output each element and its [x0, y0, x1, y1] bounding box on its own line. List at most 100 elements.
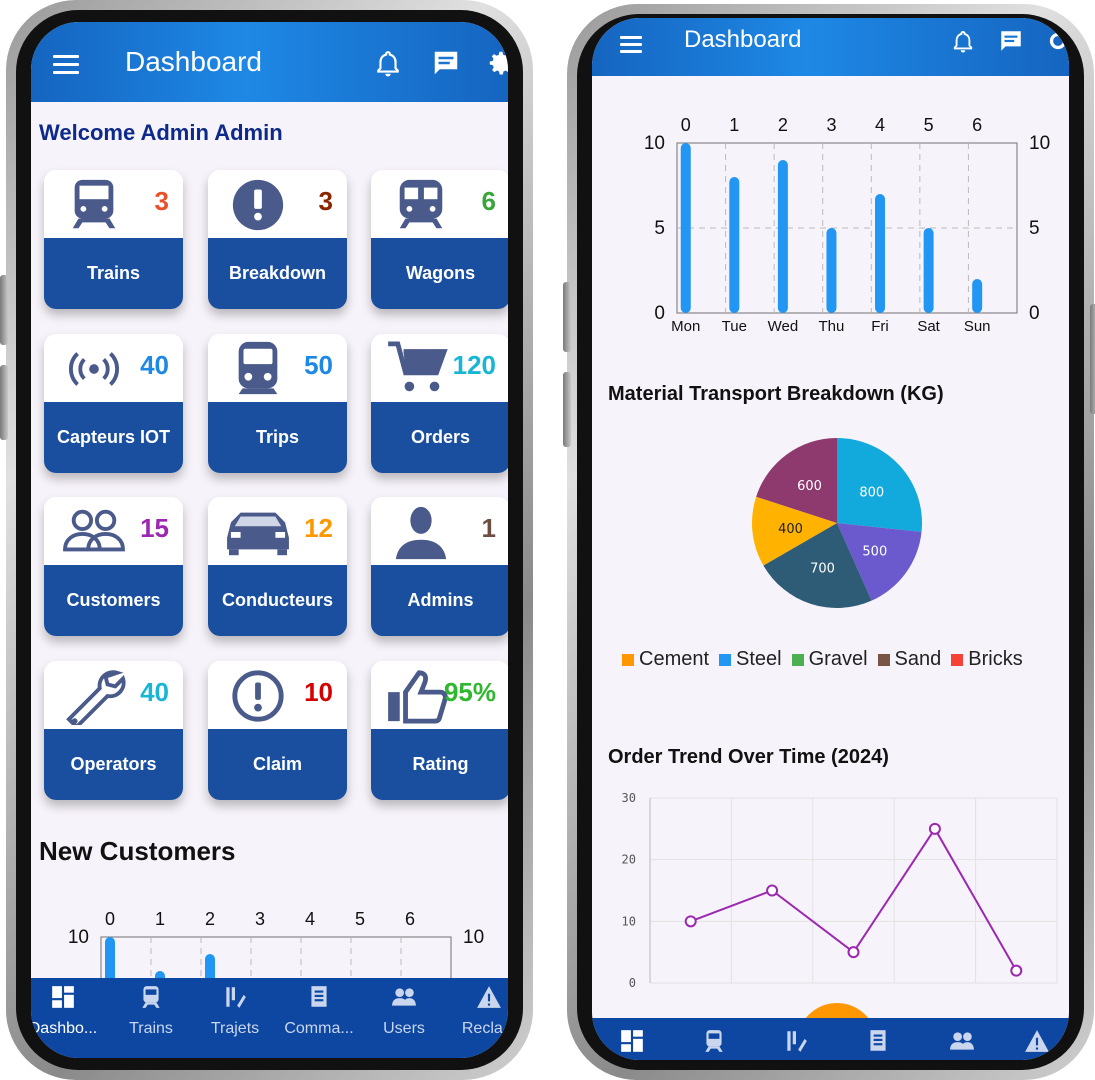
- y-tick-label: 20: [622, 853, 636, 867]
- tile-count: 10: [304, 677, 333, 707]
- legend-swatch: [951, 653, 964, 666]
- nav-label: Trains: [129, 1020, 173, 1037]
- nav-item-commandes[interactable]: [838, 1028, 918, 1054]
- chat-icon[interactable]: [431, 48, 461, 78]
- nav-item-trajets[interactable]: Trajets: [195, 984, 275, 1038]
- sensor-icon: [68, 352, 120, 386]
- nav-item-users[interactable]: [922, 1028, 1002, 1054]
- legend-item-steel: Steel: [719, 648, 782, 671]
- claim-icon: [232, 670, 284, 722]
- y-tick-label-left: 0: [654, 303, 665, 324]
- tile-count: 40: [140, 350, 169, 380]
- nav-item-trajets[interactable]: [756, 1028, 836, 1054]
- tile-orders[interactable]: 120 Orders: [371, 334, 508, 473]
- person-icon: [395, 506, 447, 560]
- y-tick-label-right: 0: [1029, 303, 1040, 324]
- nav-trains-icon: [705, 1030, 723, 1052]
- nav-item-reclamations[interactable]: Recla...: [449, 984, 508, 1038]
- nav-commandes-icon: [870, 1030, 886, 1051]
- cart-icon: [388, 341, 448, 392]
- tile-count: 50: [304, 350, 333, 380]
- top-tick-label: 0: [681, 115, 691, 135]
- bottom-navigation: Dashbo... Trains Trajets Comma... Users Recla…: [31, 978, 508, 1058]
- nav-item-users[interactable]: Users: [364, 984, 444, 1038]
- bell-icon[interactable]: [952, 30, 974, 54]
- tile-label: Rating: [371, 729, 508, 800]
- y-tick-label-left: 10: [68, 927, 89, 948]
- menu-icon[interactable]: [53, 50, 79, 79]
- left-phone-screen: Dashboard Welcome Admin Admin 3 Trains 3 Br…: [31, 22, 508, 1058]
- nav-item-reclamations[interactable]: [997, 1028, 1069, 1054]
- nav-item-trains[interactable]: [674, 1028, 754, 1054]
- top-tick-label: 3: [255, 909, 265, 929]
- tile-conducteurs[interactable]: 12 Conducteurs: [208, 497, 347, 636]
- x-tick-label: Tue: [722, 318, 747, 335]
- nav-item-trains[interactable]: Trains: [111, 984, 191, 1038]
- nav-reclamations-icon: [1025, 1030, 1049, 1052]
- top-tick-label: 2: [778, 115, 788, 135]
- line-point: [847, 946, 860, 959]
- tile-label: Operators: [44, 729, 183, 800]
- customers-icon: [63, 509, 125, 552]
- top-tick-label: 1: [729, 115, 739, 135]
- y-tick-label: 30: [622, 791, 636, 805]
- right-phone-screen: New Customers 0Mon1Tue2Wed3Thu4Fri5Sat6S…: [592, 18, 1069, 1060]
- nav-users-icon: [392, 988, 416, 1006]
- pie-slice-label: 400: [778, 522, 803, 537]
- menu-icon[interactable]: [620, 32, 642, 57]
- nav-trains-icon: [142, 986, 160, 1008]
- legend-label: Gravel: [808, 648, 868, 670]
- volume-button: [0, 275, 8, 345]
- new-customers-bar-chart: 0 Mon 1 Tue 2 Wed 3 Thu 4 Fri 5 Sat 6 Sun 0 0 5 5 10 10: [644, 115, 1050, 335]
- nav-item-dashboard[interactable]: [592, 1028, 672, 1054]
- legend-item-gravel: Gravel: [791, 648, 868, 671]
- tile-customers[interactable]: 15 Customers: [44, 497, 183, 636]
- new-customers-chart-preview: 0 1 2 3 4 5 6 10 10: [68, 909, 484, 982]
- tile-trips[interactable]: 50 Trips: [208, 334, 347, 473]
- material-chart-title: Material Transport Breakdown (KG): [608, 383, 944, 405]
- tile-label: Customers: [44, 565, 183, 636]
- volume-button: [0, 365, 8, 440]
- nav-item-dashboard[interactable]: Dashbo...: [31, 984, 103, 1038]
- nav-item-commandes[interactable]: Comma...: [279, 984, 359, 1038]
- tile-breakdown[interactable]: 3 Breakdown: [208, 170, 347, 309]
- x-tick-label: 07/11: [753, 992, 792, 993]
- x-tick-label: 01/11: [671, 992, 710, 993]
- tile-admins[interactable]: 1 Admins: [371, 497, 508, 636]
- x-tick-label: 15/11: [834, 992, 873, 993]
- tile-trains[interactable]: 3 Trains: [44, 170, 183, 309]
- tile-wagons[interactable]: 6 Wagons: [371, 170, 508, 309]
- left-phone-frame: Dashboard Welcome Admin Admin 3 Trains 3 Br…: [0, 0, 533, 1080]
- chat-icon[interactable]: [998, 28, 1024, 54]
- material-pie-chart: 800 500 700 400 600: [752, 438, 922, 608]
- tile-capteurs-iot[interactable]: 40 Capteurs IOT: [44, 334, 183, 473]
- x-tick-label: 30/11: [997, 992, 1036, 993]
- legend-label: Bricks: [968, 648, 1023, 670]
- y-tick-label-right: 10: [1029, 133, 1050, 154]
- settings-icon[interactable]: [486, 48, 508, 78]
- nav-reclamations-icon: [477, 986, 501, 1008]
- app-bar: Dashboard: [592, 18, 1069, 76]
- bell-icon[interactable]: [375, 50, 401, 78]
- nav-trajets-icon: [226, 987, 246, 1008]
- legend-label: Steel: [736, 648, 782, 670]
- top-tick-label: 3: [826, 115, 836, 135]
- legend-swatch: [622, 653, 634, 666]
- settings-icon[interactable]: [1045, 28, 1069, 54]
- power-button: [563, 282, 571, 352]
- tile-label: Trains: [44, 238, 183, 309]
- tile-rating[interactable]: 95% Rating: [371, 661, 508, 800]
- tile-label: Breakdown: [208, 238, 347, 309]
- nav-users-icon: [950, 1032, 974, 1050]
- legend-item-sand: Sand: [877, 648, 941, 671]
- top-tick-label: 2: [205, 909, 215, 929]
- tile-claim[interactable]: 10 Claim: [208, 661, 347, 800]
- tile-count: 3: [318, 186, 333, 216]
- tile-operators[interactable]: 40 Operators: [44, 661, 183, 800]
- bar-fri: [875, 194, 886, 313]
- nav-label: Dashbo...: [31, 1020, 98, 1037]
- tile-count: 12: [304, 513, 333, 543]
- y-tick-label-left: 5: [654, 218, 665, 239]
- pie-slice-label: 600: [797, 479, 822, 494]
- top-tick-label: 4: [875, 115, 885, 135]
